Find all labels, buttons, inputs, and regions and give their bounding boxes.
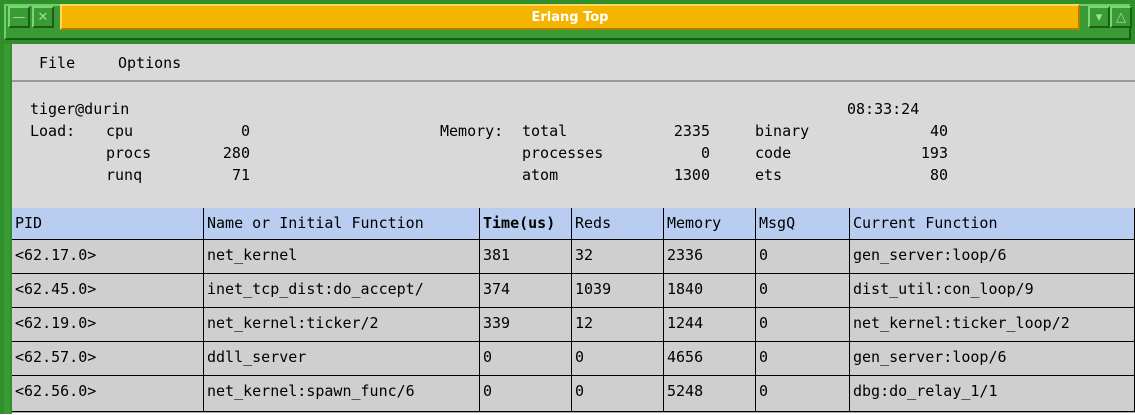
title-bar: — ✕ Erlang Top ▾ △ (0, 0, 1135, 44)
column-header-msgq[interactable]: MsgQ (756, 208, 850, 240)
minimize-icon[interactable]: — (8, 6, 30, 28)
ets-value: 80 (929, 166, 948, 184)
cpu-label: cpu (106, 122, 134, 140)
cell-time[interactable]: 0 (480, 342, 572, 376)
cell-current-function[interactable]: dist_util:con_loop/9 (850, 274, 1135, 308)
cell-time[interactable]: 339 (480, 308, 572, 342)
column-header-time[interactable]: Time(us) (480, 208, 572, 240)
cell-current-function[interactable]: net_kernel:ticker_loop/2 (850, 308, 1135, 342)
binary-value: 40 (929, 122, 948, 140)
total-label: total (522, 122, 568, 140)
cell-reds[interactable]: 32 (572, 240, 664, 274)
procs-label: procs (106, 144, 152, 162)
cell-reds[interactable]: 0 (572, 342, 664, 376)
node-name: tiger@durin (30, 100, 130, 118)
cell-msgq[interactable]: 0 (756, 274, 850, 308)
processes-label: processes (522, 144, 604, 162)
cell-memory[interactable]: 5248 (664, 376, 756, 412)
column-header-reds[interactable]: Reds (572, 208, 664, 240)
code-value: 193 (920, 144, 948, 162)
cell-msgq[interactable]: 0 (756, 308, 850, 342)
column-header-current-function[interactable]: Current Function (850, 208, 1135, 240)
atom-label: atom (522, 166, 559, 184)
processes-value: 0 (700, 144, 710, 162)
atom-value: 1300 (673, 166, 710, 184)
ets-label: ets (755, 166, 783, 184)
cell-current-function[interactable]: dbg:do_relay_1/1 (850, 376, 1135, 412)
cell-reds[interactable]: 1039 (572, 274, 664, 308)
cell-name[interactable]: inet_tcp_dist:do_accept/ (204, 274, 480, 308)
memory-label: Memory: (440, 122, 504, 140)
system-info-panel: tiger@durin 08:33:24 Load: cpu 0 procs 2… (12, 84, 1135, 206)
cpu-value: 0 (240, 122, 250, 140)
cell-name[interactable]: net_kernel (204, 240, 480, 274)
cell-current-function[interactable]: gen_server:loop/6 (850, 240, 1135, 274)
total-value: 2335 (673, 122, 710, 140)
code-label: code (755, 144, 792, 162)
cell-msgq[interactable]: 0 (756, 342, 850, 376)
load-label: Load: (30, 122, 76, 140)
cell-pid[interactable]: <62.19.0> (12, 308, 204, 342)
column-header-memory[interactable]: Memory (664, 208, 756, 240)
cell-pid[interactable]: <62.17.0> (12, 240, 204, 274)
menu-bar: File Options (12, 46, 1135, 82)
clock-time: 08:33:24 (847, 100, 920, 118)
window-title: Erlang Top (531, 9, 609, 25)
cell-msgq[interactable]: 0 (756, 240, 850, 274)
column-header-name[interactable]: Name or Initial Function (204, 208, 480, 240)
cell-time[interactable]: 381 (480, 240, 572, 274)
close-icon[interactable]: ✕ (32, 6, 54, 28)
column-header-pid[interactable]: PID (12, 208, 204, 240)
erlang-top-window: — ✕ Erlang Top ▾ △ File Options tiger@du… (0, 0, 1135, 414)
window-frame-left (0, 44, 12, 414)
cell-pid[interactable]: <62.45.0> (12, 274, 204, 308)
runq-value: 71 (231, 166, 250, 184)
cell-memory[interactable]: 1840 (664, 274, 756, 308)
cell-name[interactable]: net_kernel:ticker/2 (204, 308, 480, 342)
process-table: PID Name or Initial Function Time(us) Re… (12, 208, 1135, 413)
menu-options[interactable]: Options (118, 54, 181, 72)
cell-time[interactable]: 0 (480, 376, 572, 412)
title-strip[interactable]: Erlang Top (60, 4, 1080, 30)
cell-pid[interactable]: <62.57.0> (12, 342, 204, 376)
maximize-icon[interactable]: △ (1110, 6, 1132, 28)
menu-icon[interactable]: ▾ (1088, 6, 1110, 28)
procs-value: 280 (222, 144, 250, 162)
cell-memory[interactable]: 2336 (664, 240, 756, 274)
runq-label: runq (106, 166, 143, 184)
cell-time[interactable]: 374 (480, 274, 572, 308)
cell-memory[interactable]: 4656 (664, 342, 756, 376)
cell-name[interactable]: net_kernel:spawn_func/6 (204, 376, 480, 412)
cell-pid[interactable]: <62.56.0> (12, 376, 204, 412)
menu-file[interactable]: File (39, 54, 75, 72)
cell-name[interactable]: ddll_server (204, 342, 480, 376)
binary-label: binary (755, 122, 810, 140)
cell-msgq[interactable]: 0 (756, 376, 850, 412)
cell-reds[interactable]: 0 (572, 376, 664, 412)
cell-memory[interactable]: 1244 (664, 308, 756, 342)
cell-reds[interactable]: 12 (572, 308, 664, 342)
cell-current-function[interactable]: gen_server:loop/6 (850, 342, 1135, 376)
